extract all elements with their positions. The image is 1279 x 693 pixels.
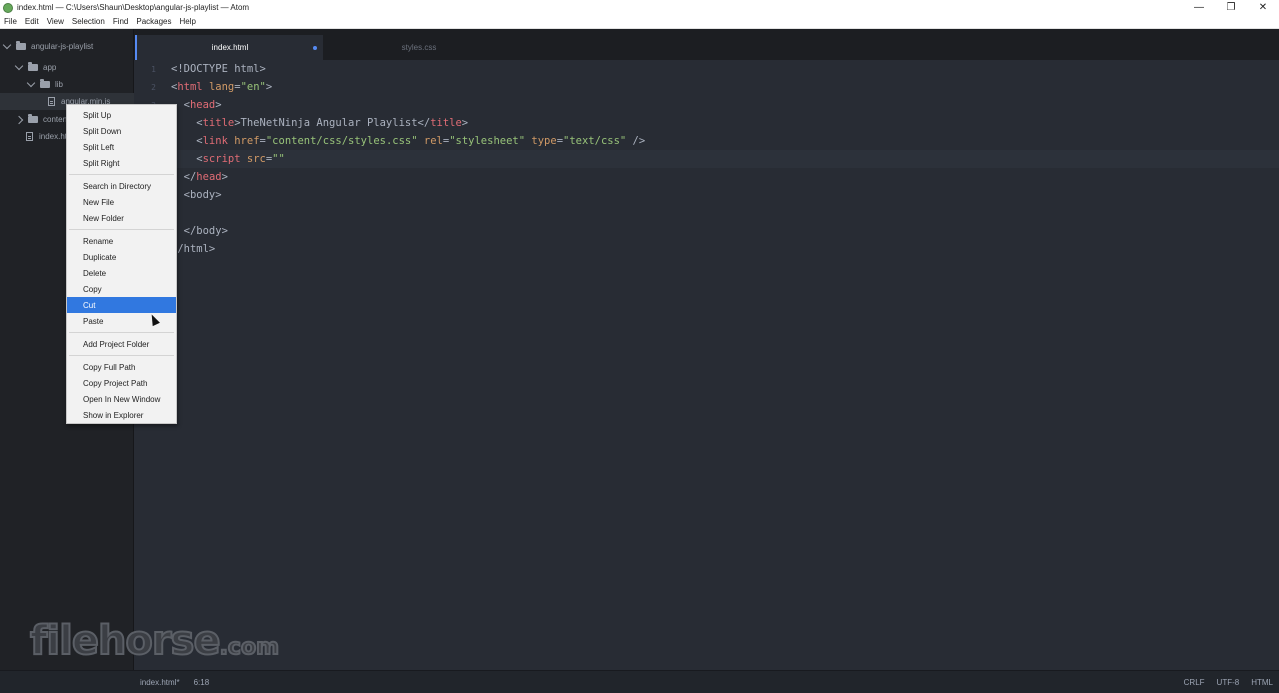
tab-index-html[interactable]: index.html: [135, 35, 323, 60]
menu-packages[interactable]: Packages: [132, 17, 175, 26]
menu-item-split-down[interactable]: Split Down: [67, 123, 176, 139]
watermark-text: filehorse: [29, 617, 222, 665]
tab-bar: index.html styles.css: [134, 29, 1279, 60]
code-line: 1 <!DOCTYPE html>: [134, 60, 1279, 78]
menu-item-paste[interactable]: Paste: [67, 313, 176, 329]
status-encoding[interactable]: UTF-8: [1217, 678, 1240, 687]
context-menu: Split Up Split Down Split Left Split Rig…: [66, 104, 177, 424]
menu-separator: [69, 174, 174, 175]
code-text: <html lang="en">: [171, 81, 273, 93]
tree-item-app[interactable]: app: [0, 59, 134, 76]
code-text: </head>: [171, 171, 228, 183]
menu-separator: [69, 332, 174, 333]
line-number: 1: [151, 64, 156, 74]
code-line: </html>: [134, 240, 1279, 258]
code-text: <!DOCTYPE html>: [171, 63, 266, 75]
filehorse-watermark-logo: filehorse.com: [29, 617, 280, 665]
window-controls: — ❐ ✕: [1183, 0, 1279, 15]
code-line: <body>: [134, 186, 1279, 204]
status-bar: index.html* 6:18 CRLF UTF-8 HTML: [134, 670, 1279, 693]
menu-item-open-in-new-window[interactable]: Open In New Window: [67, 391, 176, 407]
file-icon: [48, 97, 55, 106]
window-title: index.html — C:\Users\Shaun\Desktop\angu…: [17, 3, 250, 12]
folder-icon: [28, 62, 38, 71]
restore-button[interactable]: ❐: [1215, 0, 1247, 15]
menu-item-rename[interactable]: Rename: [67, 233, 176, 249]
code-line: </body>: [134, 222, 1279, 240]
menu-view[interactable]: View: [43, 17, 68, 26]
code-text: <title>TheNetNinja Angular Playlist</tit…: [171, 117, 469, 129]
menu-bar: File Edit View Selection Find Packages H…: [0, 15, 1279, 29]
menu-item-split-left[interactable]: Split Left: [67, 139, 176, 155]
tab-styles-css[interactable]: styles.css: [324, 35, 514, 60]
chevron-down-icon: [14, 61, 24, 71]
folder-icon: [28, 114, 38, 123]
status-file[interactable]: index.html*: [140, 678, 180, 687]
menu-edit[interactable]: Edit: [21, 17, 43, 26]
tree-item-lib[interactable]: lib: [0, 76, 134, 93]
close-button[interactable]: ✕: [1247, 0, 1279, 15]
menu-item-new-folder[interactable]: New Folder: [67, 210, 176, 226]
menu-item-new-file[interactable]: New File: [67, 194, 176, 210]
line-number: 2: [151, 82, 156, 92]
code-line: 2 <html lang="en">: [134, 78, 1279, 96]
code-text: </html>: [171, 243, 216, 255]
code-text: <head>: [171, 99, 222, 111]
code-line: <title>TheNetNinja Angular Playlist</tit…: [134, 114, 1279, 132]
repo-icon: [16, 41, 26, 50]
menu-file[interactable]: File: [0, 17, 21, 26]
tree-item-label: app: [43, 63, 57, 72]
menu-item-duplicate[interactable]: Duplicate: [67, 249, 176, 265]
title-bar: index.html — C:\Users\Shaun\Desktop\angu…: [0, 0, 1279, 15]
tree-item-project[interactable]: angular-js-playlist: [0, 38, 134, 55]
status-cursor-position[interactable]: 6:18: [194, 678, 210, 687]
watermark-suffix: .com: [219, 634, 280, 661]
code-text: <body>: [171, 189, 222, 201]
code-line: </head>: [134, 168, 1279, 186]
menu-selection[interactable]: Selection: [68, 17, 109, 26]
minimize-button[interactable]: —: [1183, 0, 1215, 15]
code-text: <link href="content/css/styles.css" rel=…: [171, 135, 646, 147]
code-line: 3 <head>: [134, 96, 1279, 114]
menu-separator: [69, 355, 174, 356]
tab-label: styles.css: [401, 43, 437, 52]
menu-item-split-right[interactable]: Split Right: [67, 155, 176, 171]
chevron-right-icon: [14, 115, 24, 124]
menu-help[interactable]: Help: [176, 17, 200, 26]
code-line-cursor: <script src="": [134, 150, 1279, 168]
code-line: <link href="content/css/styles.css" rel=…: [134, 132, 1279, 150]
menu-item-copy[interactable]: Copy: [67, 281, 176, 297]
code-text: <script src="": [171, 153, 285, 165]
tab-label: index.html: [211, 43, 249, 52]
menu-item-split-up[interactable]: Split Up: [67, 107, 176, 123]
tree-footer: [0, 670, 134, 693]
code-editor[interactable]: 1 <!DOCTYPE html> 2 <html lang="en"> 3 <…: [134, 60, 1279, 670]
folder-icon: [40, 79, 50, 88]
menu-find[interactable]: Find: [109, 17, 133, 26]
menu-item-add-project-folder[interactable]: Add Project Folder: [67, 336, 176, 352]
modified-indicator-icon[interactable]: [313, 45, 317, 50]
menu-item-copy-project-path[interactable]: Copy Project Path: [67, 375, 176, 391]
code-text: </body>: [171, 225, 228, 237]
menu-item-cut[interactable]: Cut: [67, 297, 176, 313]
menu-item-delete[interactable]: Delete: [67, 265, 176, 281]
chevron-down-icon: [2, 40, 12, 50]
file-icon: [26, 132, 33, 141]
status-line-ending[interactable]: CRLF: [1184, 678, 1205, 687]
status-grammar[interactable]: HTML: [1251, 678, 1273, 687]
tree-item-label: lib: [55, 80, 64, 89]
menu-separator: [69, 229, 174, 230]
menu-item-search-in-directory[interactable]: Search in Directory: [67, 178, 176, 194]
tree-item-label: angular-js-playlist: [31, 42, 94, 51]
chevron-down-icon: [26, 78, 36, 88]
menu-item-show-in-explorer[interactable]: Show in Explorer: [67, 407, 176, 423]
atom-logo-icon: [3, 2, 13, 13]
menu-item-copy-full-path[interactable]: Copy Full Path: [67, 359, 176, 375]
